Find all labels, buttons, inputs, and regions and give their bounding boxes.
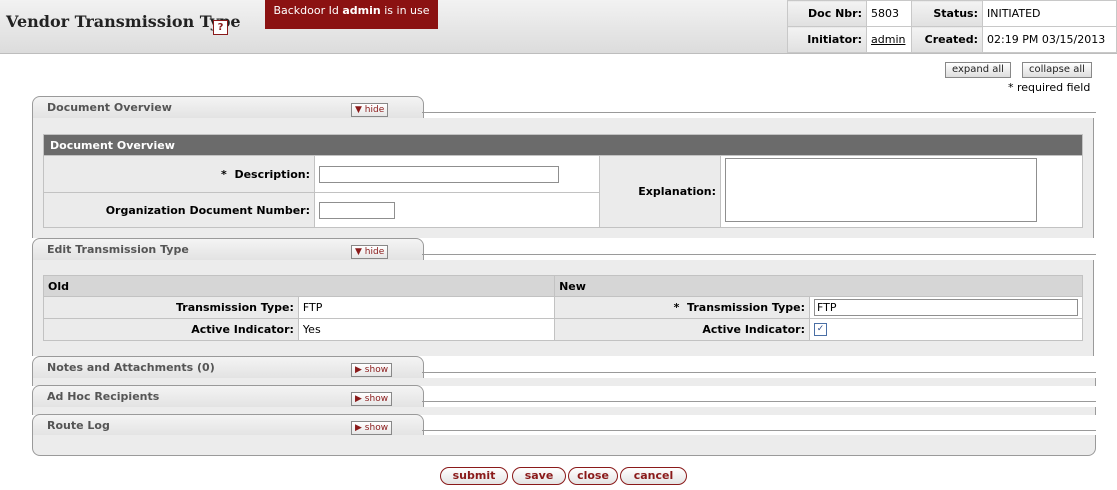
- toggle-label: show: [364, 394, 389, 404]
- down-arrow-icon: ▼: [355, 105, 362, 115]
- initiator-cell: admin: [866, 26, 912, 53]
- tab-title: Edit Transmission Type: [47, 243, 189, 256]
- document-header: Vendor Transmission Type ? Backdoor Id a…: [0, 0, 1117, 54]
- right-arrow-icon: ▶: [355, 365, 362, 375]
- tab-header: Route Log ▶ show: [32, 414, 424, 437]
- created-value: 02:19 PM 03/15/2013: [982, 26, 1117, 53]
- old-active-indicator-value: Yes: [297, 318, 556, 341]
- org-doc-number-input[interactable]: [319, 201, 395, 219]
- active-indicator-checkbox[interactable]: ✓: [814, 323, 827, 337]
- new-transmission-type-label: * Transmission Type:: [554, 296, 810, 319]
- org-doc-number-label: Organization Document Number:: [43, 192, 315, 228]
- right-arrow-icon: ▶: [355, 423, 362, 433]
- toggle-label: show: [364, 423, 389, 433]
- backdoor-banner: Backdoor Id admin is in use: [265, 0, 438, 29]
- document-overview-table: Document Overview * Description: Explana…: [43, 134, 1083, 228]
- collapse-all-button[interactable]: collapse all: [1022, 62, 1092, 78]
- doc-nbr-value: 5803: [866, 0, 912, 27]
- toggle-label: hide: [364, 247, 385, 257]
- required-marker: *: [673, 301, 680, 314]
- down-arrow-icon: ▼: [355, 247, 362, 257]
- new-active-indicator-label: Active Indicator:: [554, 318, 810, 341]
- old-column-header: Old: [42, 275, 556, 297]
- document-overview-panel: Document Overview * Description: Explana…: [32, 118, 1094, 238]
- initiator-link[interactable]: admin: [871, 33, 905, 46]
- section-header: Document Overview: [43, 134, 1083, 156]
- hide-edit-transmission-button[interactable]: ▼ hide: [351, 245, 389, 259]
- page-title: Vendor Transmission Type: [6, 12, 241, 31]
- description-cell: [314, 154, 600, 194]
- right-arrow-icon: ▶: [355, 394, 362, 404]
- backdoor-suffix: is in use: [384, 4, 430, 17]
- org-doc-number-cell: [314, 192, 600, 228]
- created-label: Created:: [911, 26, 983, 53]
- description-label: * Description:: [43, 154, 315, 194]
- old-transmission-type-value: FTP: [297, 296, 556, 319]
- new-transmission-type-cell: [809, 296, 1083, 319]
- tab-header: Notes and Attachments (0) ▶ show: [32, 356, 424, 379]
- backdoor-prefix: Backdoor Id: [273, 4, 339, 17]
- tab-header: Document Overview ▼ hide: [32, 96, 424, 119]
- expand-all-button[interactable]: expand all: [945, 62, 1011, 78]
- tab-title: Notes and Attachments (0): [47, 361, 215, 374]
- submit-button[interactable]: submit: [440, 467, 508, 485]
- old-active-indicator-label: Active Indicator:: [43, 318, 299, 341]
- explanation-label: Explanation:: [599, 155, 721, 228]
- status-value: INITIATED: [982, 0, 1117, 27]
- explanation-cell: [720, 155, 1083, 228]
- initiator-label: Initiator:: [787, 26, 867, 53]
- description-label-text: Description:: [234, 167, 310, 181]
- panel-bottom-bar: [32, 435, 1096, 456]
- description-input[interactable]: [319, 165, 559, 183]
- transmission-type-input[interactable]: [814, 299, 1078, 316]
- old-transmission-type-label: Transmission Type:: [43, 296, 299, 319]
- hide-document-overview-button[interactable]: ▼ hide: [351, 103, 389, 117]
- new-column-header: New: [554, 275, 1083, 297]
- tab-title: Document Overview: [47, 101, 172, 114]
- main-tabs-container: Document Overview ▼ hide Document Overvi…: [32, 96, 1096, 456]
- edit-transmission-panel: Old New Transmission Type: FTP * Transmi…: [32, 260, 1094, 356]
- required-field-note: * required field: [1008, 81, 1091, 94]
- tab-title: Route Log: [47, 419, 110, 432]
- close-button[interactable]: close: [568, 467, 618, 485]
- required-marker: *: [221, 167, 227, 181]
- tab-title: Ad Hoc Recipients: [47, 390, 160, 403]
- save-button[interactable]: save: [512, 467, 566, 485]
- show-ad-hoc-button[interactable]: ▶ show: [351, 392, 393, 406]
- document-info-table: Doc Nbr: 5803 Status: INITIATED Initiato…: [787, 0, 1117, 53]
- backdoor-user: admin: [342, 4, 381, 17]
- new-active-indicator-cell: ✓: [809, 318, 1083, 341]
- new-transmission-type-label-text: Transmission Type:: [687, 301, 805, 314]
- show-route-log-button[interactable]: ▶ show: [351, 421, 393, 435]
- tab-header: Ad Hoc Recipients ▶ show: [32, 385, 424, 408]
- edit-transmission-table: Old New Transmission Type: FTP * Transmi…: [42, 275, 1083, 341]
- tab-header: Edit Transmission Type ▼ hide: [32, 238, 424, 261]
- status-label: Status:: [911, 0, 983, 27]
- toggle-label: hide: [364, 105, 385, 115]
- explanation-textarea[interactable]: [725, 158, 1037, 222]
- toggle-label: show: [364, 365, 389, 375]
- doc-nbr-label: Doc Nbr:: [787, 0, 867, 27]
- help-icon[interactable]: ?: [213, 20, 228, 35]
- cancel-button[interactable]: cancel: [620, 467, 687, 485]
- show-notes-button[interactable]: ▶ show: [351, 363, 393, 377]
